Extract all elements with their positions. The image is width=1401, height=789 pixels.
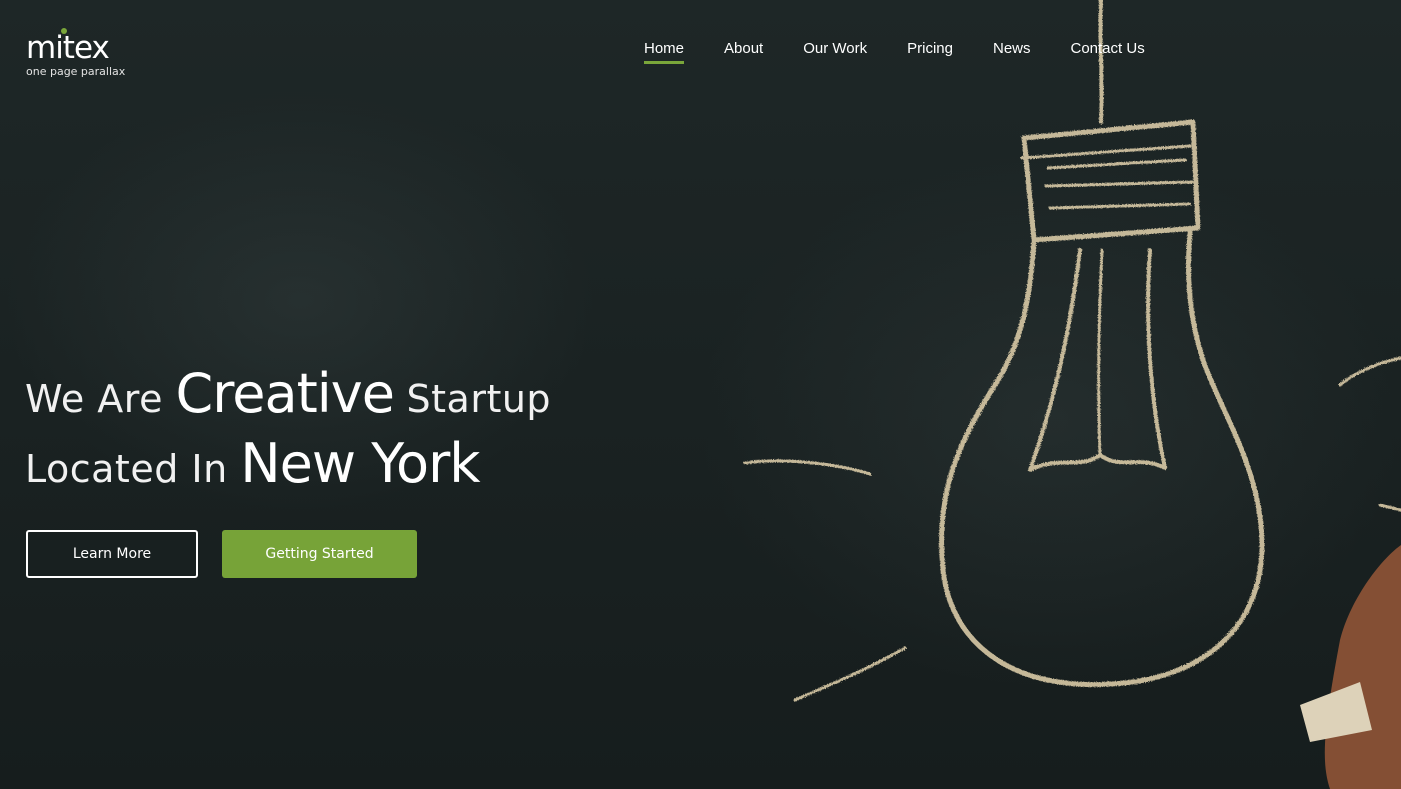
hero-text-new-york: New York <box>240 432 480 495</box>
site-logo[interactable]: mitex one page parallax <box>26 28 146 82</box>
hero-heading-line-1: We Are Creative Startup <box>25 362 551 425</box>
hero-text-we-are: We Are <box>25 377 176 421</box>
hero-text-creative: Creative <box>175 362 395 425</box>
getting-started-button[interactable]: Getting Started <box>222 530 417 578</box>
learn-more-button[interactable]: Learn More <box>26 530 198 578</box>
main-navigation: Home About Our Work Pricing News Contact… <box>644 40 1145 68</box>
nav-item-news[interactable]: News <box>993 40 1031 64</box>
logo-wordmark: mitex <box>26 30 110 66</box>
hero-text-startup: Startup <box>393 377 552 421</box>
hand-holding-chalk <box>1300 545 1401 789</box>
nav-item-about[interactable]: About <box>724 40 763 64</box>
nav-item-contact-us[interactable]: Contact Us <box>1071 40 1145 64</box>
nav-item-home[interactable]: Home <box>644 40 685 64</box>
nav-item-pricing[interactable]: Pricing <box>907 40 953 64</box>
nav-item-our-work[interactable]: Our Work <box>803 40 867 64</box>
hero-text-located-in: Located In <box>25 447 241 491</box>
hero-heading-line-2: Located In New York <box>25 432 481 495</box>
logo-tagline: one page parallax <box>26 65 126 78</box>
